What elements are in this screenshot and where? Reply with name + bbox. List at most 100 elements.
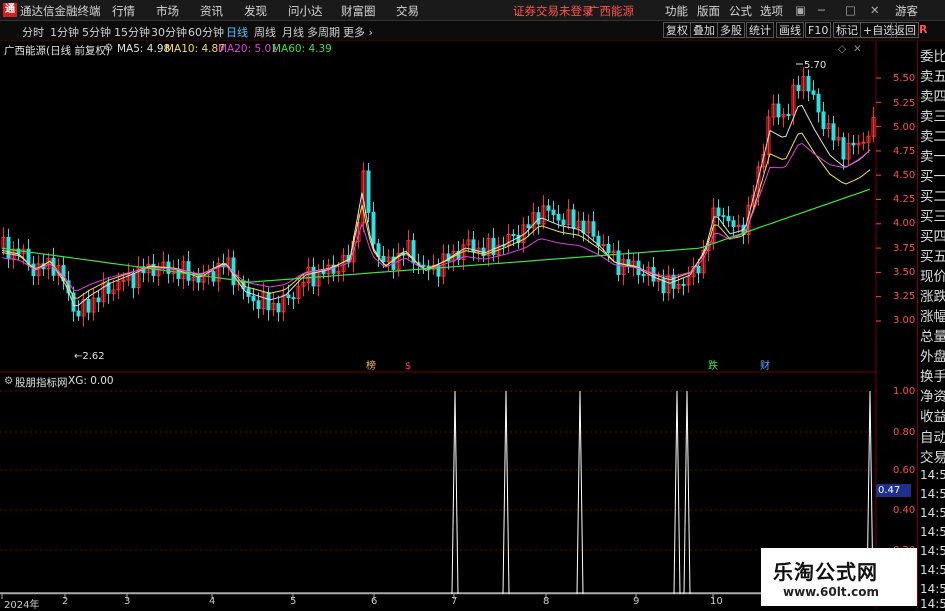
overlay-button[interactable]: 叠加 bbox=[690, 22, 718, 38]
menu-news[interactable]: 资讯 bbox=[200, 3, 223, 19]
price-tick: 3.75 bbox=[893, 243, 916, 254]
candle-body bbox=[366, 170, 371, 213]
title-bar: 通 通达信金融终端 行情 市场 资讯 发现 问小达 财富圈 交易 证券交易未登录… bbox=[0, 0, 945, 21]
period-1min[interactable]: 1分钟 bbox=[50, 24, 79, 40]
panel-item[interactable]: 买四 bbox=[920, 225, 945, 245]
period-30min[interactable]: 30分钟 bbox=[151, 24, 187, 40]
mark-button[interactable]: 标记 bbox=[833, 22, 861, 38]
panel-item[interactable]: 总量 bbox=[920, 325, 945, 345]
period-5min[interactable]: 5分钟 bbox=[82, 24, 111, 40]
draw-button[interactable]: 画线 bbox=[776, 22, 804, 38]
panel-item[interactable]: 买二 bbox=[920, 185, 945, 205]
period-60min[interactable]: 60分钟 bbox=[188, 24, 224, 40]
candle-body bbox=[831, 123, 836, 141]
panel-item[interactable]: 买五 bbox=[920, 245, 945, 265]
auto-trade-label[interactable]: 交易 bbox=[920, 446, 945, 466]
panel-item[interactable]: 收益 bbox=[920, 405, 945, 425]
period-weekly[interactable]: 周线 bbox=[254, 24, 276, 40]
indicator-value: XG: 0.00 bbox=[68, 375, 114, 387]
candle-body bbox=[256, 300, 261, 309]
watermark: 乐淘公式网 www.60lt.com bbox=[761, 548, 917, 606]
minimize-icon[interactable]: ─ bbox=[818, 3, 825, 17]
auto-trade-label[interactable]: 自动 bbox=[920, 426, 945, 446]
xg-signal-spike bbox=[502, 390, 510, 595]
restore-icon[interactable]: ▣ bbox=[795, 3, 806, 17]
period-more[interactable]: 更多 › bbox=[343, 24, 373, 40]
ma60-line bbox=[1, 188, 871, 283]
back-button[interactable]: 返回 bbox=[891, 22, 919, 38]
user-label[interactable]: 游客 bbox=[895, 3, 918, 19]
candle-body bbox=[276, 303, 281, 313]
candle-body bbox=[131, 273, 136, 289]
event-marker: 跌 bbox=[708, 359, 718, 372]
panel-item[interactable]: 卖三 bbox=[920, 105, 945, 125]
panel-item[interactable]: 涨幅 bbox=[920, 305, 945, 325]
candle-body bbox=[556, 213, 561, 221]
menu-ask[interactable]: 问小达 bbox=[288, 3, 323, 19]
panel-item[interactable]: 外盘 bbox=[920, 345, 945, 365]
period-15min[interactable]: 15分钟 bbox=[114, 24, 150, 40]
trade-time: 14:56 bbox=[920, 563, 945, 577]
panel-item[interactable]: 涨跌 bbox=[920, 285, 945, 305]
close-icon[interactable]: ✕ bbox=[870, 3, 880, 17]
menu-market[interactable]: 市场 bbox=[156, 3, 179, 19]
panel-item[interactable]: 卖一 bbox=[920, 145, 945, 165]
menu-wealth[interactable]: 财富圈 bbox=[341, 3, 376, 19]
candle-body bbox=[571, 209, 576, 229]
trade-time: 14:56 bbox=[920, 468, 945, 482]
menu-options[interactable]: 选项 bbox=[760, 3, 783, 19]
xg-signal-spike bbox=[673, 390, 681, 595]
panel-item[interactable]: 换手 bbox=[920, 365, 945, 385]
indicator-gear-icon[interactable]: ⚙ bbox=[4, 375, 13, 387]
menu-trade[interactable]: 交易 bbox=[396, 3, 419, 19]
candle-body bbox=[681, 283, 686, 286]
trade-time: 14:56 bbox=[920, 487, 945, 501]
x-tick: 10 bbox=[710, 596, 723, 607]
candle-body bbox=[726, 216, 731, 222]
candle-body bbox=[721, 215, 726, 218]
candle-body bbox=[76, 310, 81, 317]
x-tick: 8 bbox=[543, 596, 550, 607]
candle-body bbox=[96, 297, 101, 303]
kline-chart[interactable]: 5.70 ←2.62 榜 $ 跌 财 bbox=[0, 41, 917, 609]
menu-function[interactable]: 功能 bbox=[665, 3, 688, 19]
refresh-badge[interactable]: R bbox=[919, 23, 927, 36]
menu-discover[interactable]: 发现 bbox=[244, 3, 267, 19]
indicator-current-value: 0.47 bbox=[876, 484, 911, 497]
panel-item[interactable]: 卖二 bbox=[920, 125, 945, 145]
menu-quotes[interactable]: 行情 bbox=[112, 3, 135, 19]
x-tick: 6 bbox=[371, 596, 378, 607]
menu-formula[interactable]: 公式 bbox=[729, 3, 752, 19]
trade-time: 14:56 bbox=[920, 506, 945, 520]
xg-signal-spike bbox=[576, 390, 584, 595]
period-multi[interactable]: 多周期 bbox=[307, 24, 340, 40]
panel-item[interactable]: 卖四 bbox=[920, 85, 945, 105]
period-daily[interactable]: 日线 bbox=[226, 24, 248, 40]
price-tick: 3.25 bbox=[893, 291, 916, 302]
candle-body bbox=[861, 141, 866, 144]
multi-stock-button[interactable]: 多股 bbox=[717, 22, 745, 38]
app-logo-icon: 通 bbox=[3, 3, 17, 17]
panel-item[interactable]: 现价 bbox=[920, 265, 945, 285]
price-tick: 4.75 bbox=[893, 146, 916, 157]
menu-layout[interactable]: 版面 bbox=[697, 3, 720, 19]
panel-item[interactable]: 买三 bbox=[920, 205, 945, 225]
price-tick: 5.00 bbox=[893, 122, 916, 133]
candle-body bbox=[731, 220, 736, 228]
candle-body bbox=[251, 295, 256, 302]
period-intraday[interactable]: 分时 bbox=[22, 24, 44, 40]
adjust-button[interactable]: 复权 bbox=[663, 22, 691, 38]
f10-button[interactable]: F10 bbox=[805, 22, 832, 38]
stats-button[interactable]: 统计 bbox=[746, 22, 774, 38]
login-notice[interactable]: 证券交易未登录 bbox=[513, 3, 594, 19]
price-tick: 5.25 bbox=[893, 98, 916, 109]
period-monthly[interactable]: 月线 bbox=[282, 24, 304, 40]
panel-item[interactable]: 卖五 bbox=[920, 65, 945, 85]
panel-item[interactable]: 净资 bbox=[920, 385, 945, 405]
maximize-icon[interactable]: □ bbox=[845, 3, 856, 17]
candle-body bbox=[581, 220, 586, 234]
x-tick: 9 bbox=[633, 596, 640, 607]
panel-item[interactable]: 买一 bbox=[920, 165, 945, 185]
x-tick: 4 bbox=[209, 596, 216, 607]
panel-item[interactable]: 委比 bbox=[920, 45, 945, 65]
